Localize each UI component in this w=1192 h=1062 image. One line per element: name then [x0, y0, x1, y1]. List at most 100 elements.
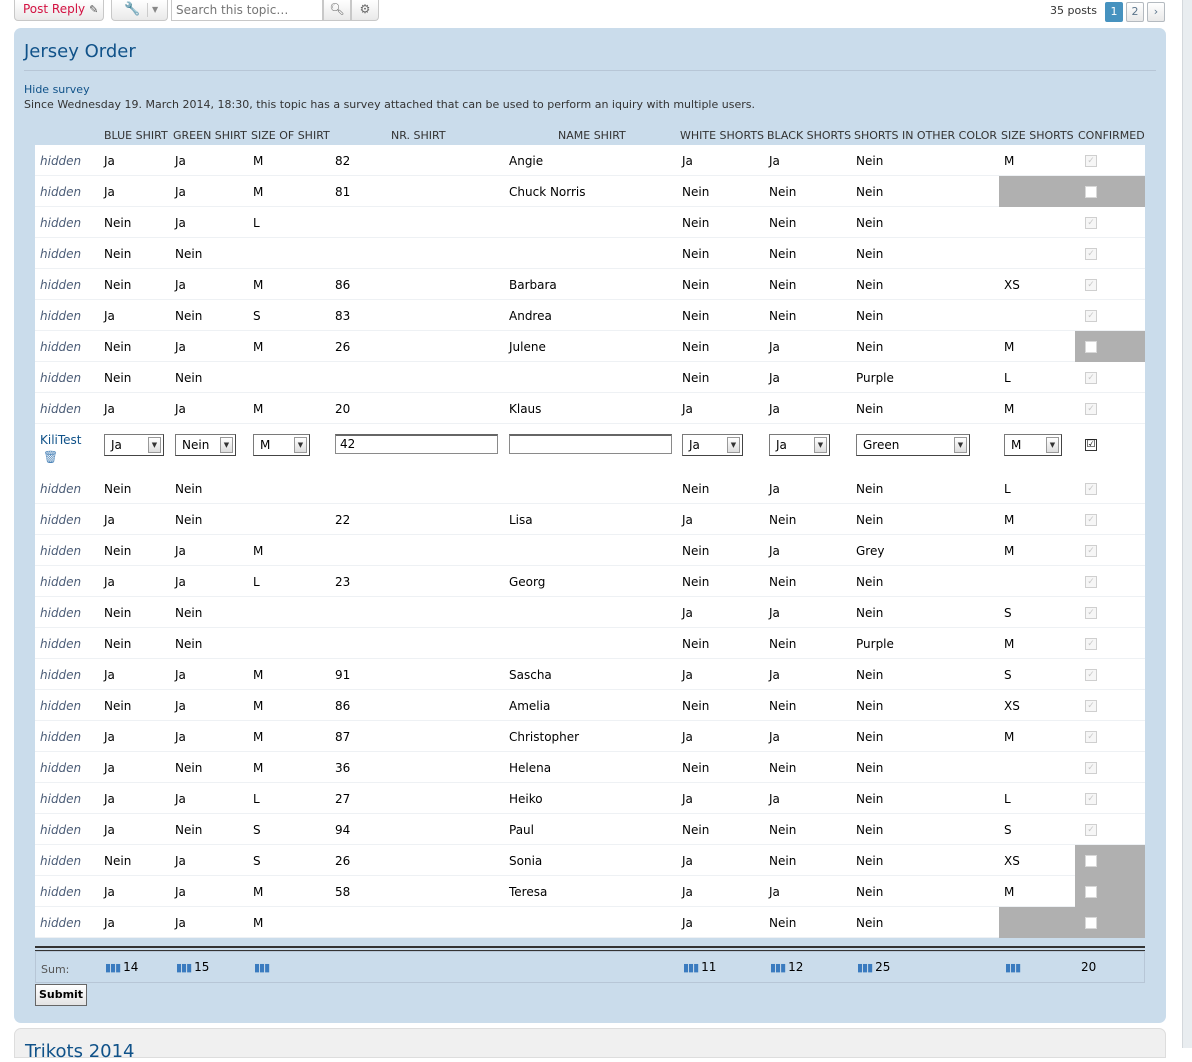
- unconfirmed-highlight: [999, 176, 1145, 207]
- table-row: hidden Nein Ja L Nein Nein Nein ✓: [35, 207, 1145, 238]
- cell-other: Nein: [856, 606, 884, 620]
- shirt-size-select[interactable]: M ▼: [253, 434, 310, 456]
- cell-black: Ja: [769, 606, 780, 620]
- posts-count: 35 posts: [1050, 4, 1097, 17]
- bar-chart-icon: ▮▮▮: [176, 961, 192, 974]
- cell-size: M: [253, 340, 264, 354]
- header-size-shorts: SIZE SHORTS: [1001, 129, 1074, 142]
- table-row: hidden Ja Nein S 94 Paul Nein Nein Nein S ✓: [35, 814, 1145, 845]
- cell-size: M: [253, 544, 264, 558]
- hide-survey-link[interactable]: Hide survey: [24, 83, 90, 96]
- blue-shirt-select[interactable]: Ja ▼: [104, 434, 164, 456]
- cell-size: S: [253, 823, 261, 837]
- cell-black: Nein: [769, 278, 797, 292]
- table-row: hidden Nein Nein Nein Ja Nein L ✓: [35, 473, 1145, 504]
- black-shorts-select[interactable]: Ja ▼: [769, 434, 830, 456]
- post-reply-button[interactable]: Post Reply ✎: [14, 0, 104, 21]
- cell-black: Nein: [769, 637, 797, 651]
- scrollbar[interactable]: [1182, 0, 1192, 1048]
- cell-green: Ja: [175, 885, 186, 899]
- row-username: hidden: [40, 513, 82, 527]
- submit-button[interactable]: Submit: [35, 984, 87, 1006]
- cell-black: Ja: [769, 544, 780, 558]
- header-size-of-shirt: SIZE OF SHIRT: [251, 129, 330, 142]
- cell-blue: Ja: [104, 513, 115, 527]
- header-blue-shirt: BLUE SHIRT: [104, 129, 168, 142]
- sum-white-shorts[interactable]: ▮▮▮ 11: [683, 960, 716, 974]
- page-2-link[interactable]: 2: [1126, 2, 1144, 22]
- row-username: hidden: [40, 854, 82, 868]
- advanced-search-button[interactable]: ⚙: [351, 0, 379, 21]
- cell-size: S: [253, 309, 261, 323]
- page-1-link[interactable]: 1: [1105, 2, 1123, 22]
- table-row: hidden Ja Ja M 81 Chuck Norris Nein Nein Nein: [35, 176, 1145, 207]
- sum-shirt-size[interactable]: ▮▮▮: [254, 960, 272, 974]
- sum-shorts-other-color[interactable]: ▮▮▮ 25: [857, 960, 890, 974]
- cell-blue: Nein: [104, 278, 132, 292]
- row-username: hidden: [40, 761, 82, 775]
- cell-size: S: [253, 854, 261, 868]
- table-row: hidden Nein Nein Nein Nein Nein ✓: [35, 238, 1145, 269]
- search-button[interactable]: 🔍︎: [323, 0, 351, 21]
- confirmed-checkbox: ✓: [1085, 762, 1097, 774]
- cell-green: Nein: [175, 247, 203, 261]
- sum-blue-shirt[interactable]: ▮▮▮ 14: [105, 960, 138, 974]
- confirmed-checkbox: ✓: [1085, 483, 1097, 495]
- table-row: hidden Ja Ja M 87 Christopher Ja Ja Nein M ✓: [35, 721, 1145, 752]
- cell-green: Nein: [175, 606, 203, 620]
- header-green-shirt: GREEN SHIRT: [173, 129, 247, 142]
- shirt-name-input[interactable]: [509, 434, 672, 454]
- cell-black: Ja: [769, 482, 780, 496]
- cell-other: Nein: [856, 916, 884, 930]
- row-username: hidden: [40, 278, 82, 292]
- cell-name: Christopher: [509, 730, 580, 744]
- table-row: hidden Nein Nein Nein Nein Purple M ✓: [35, 628, 1145, 659]
- next-page-button[interactable]: ›: [1147, 2, 1165, 22]
- cell-black: Ja: [769, 340, 780, 354]
- trash-icon[interactable]: 🗑: [43, 450, 58, 464]
- next-topic-title[interactable]: Trikots 2014: [25, 1041, 135, 1062]
- cell-size: M: [253, 730, 264, 744]
- shirt-number-input[interactable]: 42: [335, 434, 498, 454]
- cell-black: Ja: [769, 885, 780, 899]
- sum-shorts-size[interactable]: ▮▮▮: [1005, 960, 1023, 974]
- table-row: hidden Ja Ja L 27 Heiko Ja Ja Nein L ✓: [35, 783, 1145, 814]
- white-shorts-select[interactable]: Ja ▼: [682, 434, 743, 456]
- confirmed-checkbox: ✓: [1085, 638, 1097, 650]
- header-name-shirt: NAME SHIRT: [558, 129, 626, 142]
- cell-white: Nein: [682, 309, 710, 323]
- cell-nr: 82: [335, 154, 351, 168]
- cell-black: Ja: [769, 154, 780, 168]
- cell-green: Nein: [175, 309, 203, 323]
- table-row: hidden Ja Nein M 36 Helena Nein Nein Nein ✓: [35, 752, 1145, 783]
- edit-entry-row: KiliTest 🗑 Ja ▼ Nein ▼ M ▼ 42 Ja ▼ Ja ▼ Green…: [35, 424, 1145, 474]
- sum-green-shirt[interactable]: ▮▮▮ 15: [176, 960, 209, 974]
- cell-other: Nein: [856, 513, 884, 527]
- cell-green: Nein: [175, 823, 203, 837]
- cell-green: Ja: [175, 730, 186, 744]
- cell-size: M: [253, 916, 264, 930]
- shorts-other-color-select[interactable]: Green ▼: [856, 434, 970, 456]
- cell-blue: Nein: [104, 482, 132, 496]
- cell-green: Ja: [175, 185, 186, 199]
- row-username: hidden: [40, 916, 82, 930]
- table-row: hidden Nein Ja M 86 Amelia Nein Nein Nein XS ✓: [35, 690, 1145, 721]
- cell-nr: 83: [335, 309, 351, 323]
- green-shirt-select[interactable]: Nein ▼: [175, 434, 236, 456]
- confirmed-checkbox[interactable]: ☑: [1085, 439, 1097, 451]
- cell-green: Ja: [175, 575, 186, 589]
- cell-white: Ja: [682, 154, 693, 168]
- cell-white: Nein: [682, 575, 710, 589]
- cell-nr: 20: [335, 402, 351, 416]
- edit-username[interactable]: KiliTest: [40, 433, 82, 447]
- topic-tools-button[interactable]: 🔧 ▼: [111, 0, 168, 21]
- confirmed-checkbox: [1085, 855, 1097, 867]
- cell-other: Nein: [856, 854, 884, 868]
- search-topic-input[interactable]: [171, 0, 323, 21]
- cell-green: Nein: [175, 482, 203, 496]
- cell-ssize: S: [1004, 823, 1012, 837]
- cell-other: Nein: [856, 216, 884, 230]
- shorts-size-select[interactable]: M ▼: [1004, 434, 1062, 456]
- cell-other: Nein: [856, 185, 884, 199]
- sum-black-shorts[interactable]: ▮▮▮ 12: [770, 960, 803, 974]
